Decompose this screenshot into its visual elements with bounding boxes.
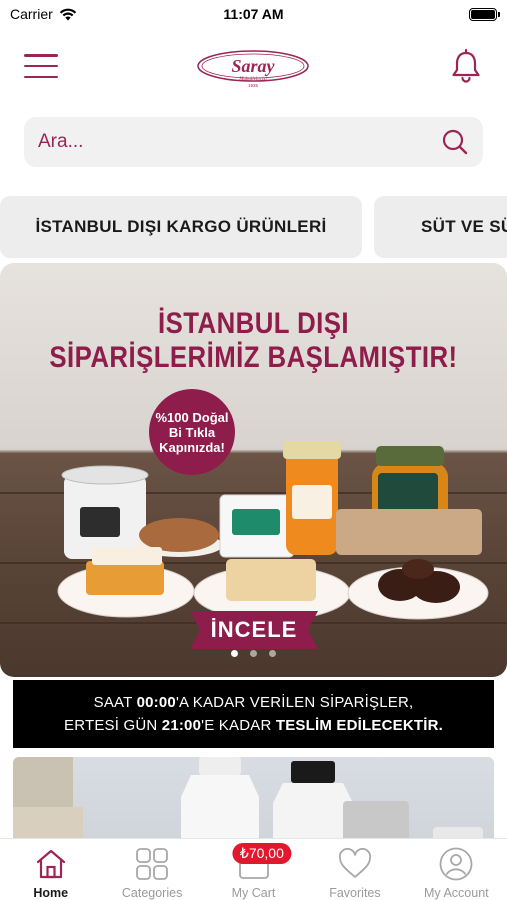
carousel-dot[interactable] (269, 650, 276, 657)
tab-categories[interactable]: Categories (101, 839, 202, 900)
tab-label: My Account (424, 886, 489, 900)
carousel-dot[interactable] (250, 650, 257, 657)
tab-label: My Cart (231, 886, 276, 900)
heart-icon (338, 847, 371, 878)
banner-badge: %100 Doğal Bi Tıkla Kapınızda! (149, 389, 235, 475)
banner-title: İSTANBUL DIŞI SİPARİŞLERİMİZ BAŞLAMIŞTIR… (0, 307, 507, 375)
cart-total-badge: ₺70,00 (231, 843, 292, 864)
banner-title-line2: SİPARİŞLERİMİZ BAŞLAMIŞTIR! (49, 341, 458, 374)
carousel-dots (0, 650, 507, 657)
home-icon (36, 849, 65, 879)
banner-cta-button[interactable]: İNCELE (190, 611, 318, 649)
notice-text: 'A KADAR VERİLEN SİPARİŞLER, (175, 694, 414, 711)
tab-label: Favorites (329, 886, 381, 900)
hamburger-menu-icon[interactable] (24, 52, 58, 80)
app-header: Saray Muhallebicisi 1935 (0, 36, 507, 96)
brand-logo[interactable]: Saray Muhallebicisi 1935 (196, 46, 310, 88)
category-chip-sut[interactable]: SÜT VE SÜ (374, 196, 507, 258)
notice-text: 'E KADAR (201, 717, 276, 734)
tab-label: Categories (121, 886, 183, 900)
battery-icon (469, 8, 500, 21)
badge-line1: %100 Doğal (155, 409, 229, 425)
logo-text: Saray (231, 56, 275, 76)
category-chip-istanbul-disi[interactable]: İSTANBUL DIŞI KARGO ÜRÜNLERİ (0, 196, 362, 258)
bottom-tab-bar: Home Categories ₺70,00 My Cart Favorites… (0, 838, 507, 900)
search-icon[interactable] (441, 128, 469, 156)
notice-line2: ERTESİ GÜN 21:00'E KADAR TESLİM EDİLECEK… (64, 714, 443, 737)
carousel-dot[interactable] (231, 650, 238, 657)
promo-banner[interactable]: İSTANBUL DIŞI SİPARİŞLERİMİZ BAŞLAMIŞTIR… (0, 263, 507, 677)
search-bar[interactable] (24, 117, 483, 167)
tab-cart[interactable]: ₺70,00 My Cart (203, 839, 304, 900)
logo-year: 1935 (248, 83, 259, 88)
notice-emphasis: TESLİM EDİLECEKTİR. (275, 717, 443, 734)
product-banner-illustration (13, 757, 483, 847)
notice-text: SAAT (93, 694, 137, 711)
status-time: 11:07 AM (223, 6, 284, 22)
product-banner[interactable] (13, 757, 494, 847)
grid-icon (136, 848, 169, 880)
logo-subtext: Muhallebicisi (238, 77, 267, 82)
tab-account[interactable]: My Account (406, 839, 507, 900)
bell-icon[interactable] (449, 48, 483, 84)
banner-title-line1: İSTANBUL DIŞI (157, 307, 349, 340)
badge-line3: Kapınızda! (159, 439, 225, 455)
tab-label: Home (33, 886, 69, 900)
tab-favorites[interactable]: Favorites (304, 839, 405, 900)
category-chips: İSTANBUL DIŞI KARGO ÜRÜNLERİ SÜT VE SÜ (0, 196, 507, 258)
search-input[interactable] (38, 131, 441, 153)
delivery-notice: SAAT 00:00'A KADAR VERİLEN SİPARİŞLER, E… (13, 680, 494, 748)
status-bar: Carrier 11:07 AM (0, 0, 507, 30)
notice-line1: SAAT 00:00'A KADAR VERİLEN SİPARİŞLER, (94, 691, 414, 714)
notice-time: 21:00 (161, 717, 202, 734)
tab-home[interactable]: Home (0, 839, 101, 900)
notice-text: ERTESİ GÜN (64, 717, 162, 734)
notice-time: 00:00 (136, 694, 176, 711)
badge-line2: Bi Tıkla (168, 424, 216, 440)
user-icon (439, 847, 473, 881)
